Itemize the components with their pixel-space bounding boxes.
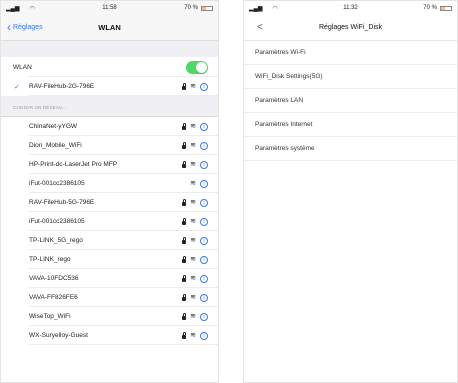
network-name: ChinaNet-yYGW <box>29 123 78 130</box>
info-icon[interactable]: i <box>200 141 208 150</box>
network-row[interactable]: iFut-001cc2386105 ≋ i <box>1 174 218 193</box>
network-name: TP-LINK_5G_rego <box>29 237 83 244</box>
network-name: VAVA-FF826FE6 <box>29 294 78 301</box>
network-row[interactable]: VAVA-FF826FE6 ≋ i <box>1 288 218 307</box>
navigation-bar: ‹ Réglages WLAN <box>1 15 218 41</box>
network-name: VAVA-10FDC536 <box>29 275 79 282</box>
info-icon[interactable]: i <box>200 331 208 340</box>
wifi-signal-icon: ≋ <box>190 275 196 282</box>
wlan-toggle[interactable] <box>186 60 208 74</box>
network-row[interactable]: WX-Suryelloy-Guest ≋ i <box>1 326 218 345</box>
wifi-disk-settings-screen: ▂▄▆ ◠ 11:32 70 % < Réglages WiFi_Disk Pa… <box>243 0 458 383</box>
network-row[interactable]: VAVA-10FDC536 ≋ i <box>1 269 218 288</box>
network-row[interactable]: Dion_Mobile_WiFi ≋ i <box>1 136 218 155</box>
info-icon[interactable]: i <box>200 217 208 226</box>
lock-icon <box>182 141 187 149</box>
wlan-toggle-row: WLAN <box>1 57 218 77</box>
lock-icon <box>182 198 187 206</box>
lock-icon <box>182 274 187 282</box>
status-battery-text: 70 % <box>423 5 437 11</box>
lock-icon <box>182 160 187 168</box>
settings-menu-item[interactable]: Paramètres Wi-Fi <box>244 41 457 65</box>
wifi-signal-icon: ≋ <box>190 256 196 263</box>
wifi-signal-icon: ≋ <box>190 332 196 339</box>
network-name: Dion_Mobile_WiFi <box>29 142 82 149</box>
lock-icon <box>182 122 187 130</box>
wifi-status-icon: ◠ <box>272 5 278 12</box>
back-label: Réglages <box>13 23 43 31</box>
back-button[interactable]: < <box>257 22 263 33</box>
network-row[interactable]: TP-LINK_5G_rego ≋ i <box>1 231 218 250</box>
connected-network-row[interactable]: ✓ RAV-FileHub-2G-796E ≋ i <box>1 77 218 96</box>
network-name: RAV-FileHub-5G-796E <box>29 199 95 206</box>
wifi-status-icon: ◠ <box>29 5 35 12</box>
lock-icon <box>182 293 187 301</box>
section-header: CHOISIR UN RÉSEAU... <box>1 96 218 116</box>
network-list: ChinaNet-yYGW ≋ i Dion_Mobile_WiFi ≋ i HP-Prin… <box>1 117 218 345</box>
network-row[interactable]: iFut-001cc2386105 ≋ i <box>1 212 218 231</box>
connected-network-name: RAV-FileHub-2G-796E <box>29 83 95 90</box>
group-spacer <box>1 41 218 57</box>
network-name: iFut-001cc2386105 <box>29 180 85 187</box>
info-icon[interactable]: i <box>200 198 208 207</box>
settings-menu: Paramètres Wi-Fi WiFi_Disk Settings(5G) Pa… <box>244 41 457 161</box>
signal-bars-icon: ▂▄▆ <box>249 5 263 12</box>
lock-icon <box>182 82 187 90</box>
status-battery-text: 70 % <box>184 5 198 11</box>
network-name: HP-Print-dc-LaserJet Pro MFP <box>29 161 118 168</box>
wlan-label: WLAN <box>13 63 32 71</box>
info-icon[interactable]: i <box>200 274 208 283</box>
signal-bars-icon: ▂▄▆ <box>6 5 20 12</box>
wifi-signal-icon: ≋ <box>190 294 196 301</box>
info-icon[interactable]: i <box>200 82 208 91</box>
info-icon[interactable]: i <box>200 255 208 264</box>
network-name: WiseTop_WiFi <box>29 313 71 320</box>
gap <box>219 0 243 383</box>
chevron-left-icon: ‹ <box>7 20 11 34</box>
info-icon[interactable]: i <box>200 293 208 302</box>
network-name: WX-Suryelloy-Guest <box>29 332 88 339</box>
info-icon[interactable]: i <box>200 179 208 188</box>
info-icon[interactable]: i <box>200 236 208 245</box>
info-icon[interactable]: i <box>200 122 208 131</box>
status-bar: ▂▄▆ ◠ 11:32 70 % <box>244 1 457 15</box>
settings-menu-item[interactable]: Paramètres LAN <box>244 89 457 113</box>
settings-menu-item[interactable]: Paramètres Internet <box>244 113 457 137</box>
settings-menu-item[interactable]: Paramètres système <box>244 137 457 161</box>
page-title: Réglages WiFi_Disk <box>318 24 383 31</box>
wifi-signal-icon: ≋ <box>190 123 196 130</box>
lock-icon <box>182 255 187 263</box>
wifi-signal-icon: ≋ <box>190 83 196 90</box>
lock-icon <box>182 312 187 320</box>
wifi-signal-icon: ≋ <box>190 180 196 187</box>
status-time: 11:58 <box>102 5 117 11</box>
network-row[interactable]: WiseTop_WiFi ≋ i <box>1 307 218 326</box>
network-name: iFut-001cc2386105 <box>29 218 85 225</box>
lock-icon <box>182 236 187 244</box>
network-row[interactable]: HP-Print-dc-LaserJet Pro MFP ≋ i <box>1 155 218 174</box>
wlan-settings-screen: ▂▄▆ ◠ 11:58 70 % ‹ Réglages WLAN WLAN ✓ … <box>0 0 219 383</box>
info-icon[interactable]: i <box>200 312 208 321</box>
wifi-signal-icon: ≋ <box>190 142 196 149</box>
navigation-bar: < Réglages WiFi_Disk <box>244 15 457 41</box>
wifi-signal-icon: ≋ <box>190 218 196 225</box>
info-icon[interactable]: i <box>200 160 208 169</box>
wifi-signal-icon: ≋ <box>190 313 196 320</box>
network-row[interactable]: RAV-FileHub-5G-796E ≋ i <box>1 193 218 212</box>
network-name: TP-LINK_rego <box>29 256 71 263</box>
wifi-signal-icon: ≋ <box>190 161 196 168</box>
network-row[interactable]: ChinaNet-yYGW ≋ i <box>1 117 218 136</box>
status-bar: ▂▄▆ ◠ 11:58 70 % <box>1 1 218 15</box>
wifi-signal-icon: ≋ <box>190 199 196 206</box>
back-button[interactable]: ‹ Réglages <box>7 20 43 34</box>
battery-icon <box>439 5 452 11</box>
settings-menu-item[interactable]: WiFi_Disk Settings(5G) <box>244 65 457 89</box>
lock-icon <box>182 217 187 225</box>
lock-icon <box>182 331 187 339</box>
checkmark-icon: ✓ <box>14 83 20 91</box>
status-time: 11:32 <box>343 5 358 11</box>
network-row[interactable]: TP-LINK_rego ≋ i <box>1 250 218 269</box>
wifi-signal-icon: ≋ <box>190 237 196 244</box>
battery-icon <box>200 5 213 11</box>
